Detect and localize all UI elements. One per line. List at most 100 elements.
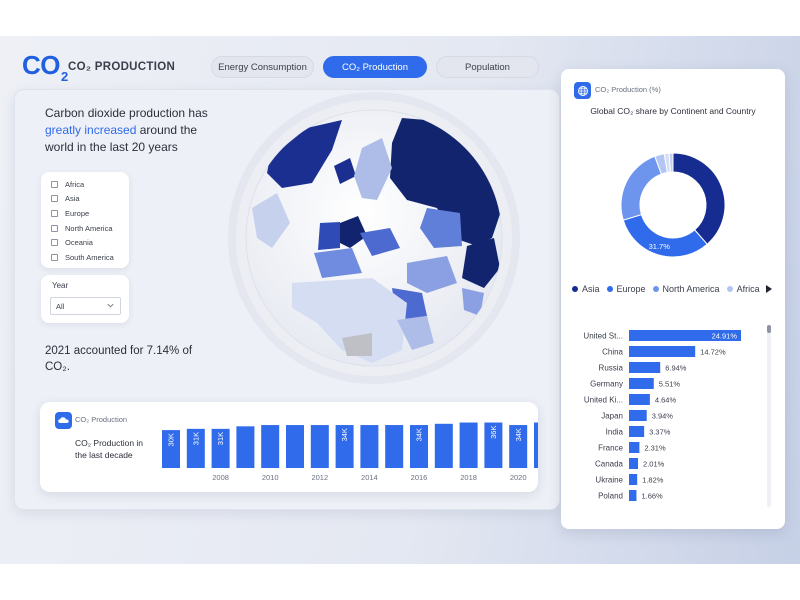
decade-card-subtitle: CO₂ Production in the last decade [75,438,144,460]
chevron-down-icon [107,303,114,308]
country-list-scrollbar[interactable] [767,325,771,507]
filter-option-africa[interactable]: Africa [41,177,129,192]
country-bar[interactable] [629,442,640,453]
country-bar[interactable] [629,490,637,501]
tab-co2-production[interactable]: CO₂ Production [323,56,427,78]
country-bar-label: Germany [590,380,623,389]
filter-option-asia[interactable]: Asia [41,192,129,207]
filter-option-europe[interactable]: Europe [41,206,129,221]
donut-slice-label: 31.7% [649,242,671,251]
decade-bar-label: 34K [415,428,424,441]
legend-item-asia[interactable]: Asia [572,284,600,294]
country-bar-label: United St... [583,332,623,341]
decade-bar[interactable] [236,426,255,468]
country-bar[interactable] [629,426,645,437]
year-filter: Year All [41,275,129,323]
decade-axis-tick: 2020 [510,473,527,482]
country-bar[interactable] [629,378,654,389]
decade-axis-tick: 2008 [212,473,229,482]
decade-axis-tick: 2018 [460,473,477,482]
legend-item-africa[interactable]: Africa [726,284,760,294]
tab-population[interactable]: Population [436,56,539,78]
cloud-icon-glyph [58,417,69,423]
country-bar[interactable] [629,394,650,405]
decade-bar[interactable] [459,422,478,468]
country-bar-value: 3.37% [649,428,671,437]
filter-option-oceania[interactable]: Oceania [41,235,129,250]
legend-dot [606,286,613,292]
year-label: Year [52,281,69,290]
legend-item-north-america[interactable]: North America [652,284,720,294]
checkbox[interactable] [51,239,58,247]
country-bar-label: United Ki... [584,396,623,405]
tab-energy-consumption[interactable]: Energy Consumption [211,56,314,78]
uk-region [318,222,340,250]
legend-next-arrow-icon[interactable] [766,285,772,293]
continent-donut-chart[interactable]: 31.7% [611,143,735,267]
donut-slice-asia[interactable] [672,152,726,245]
country-bar[interactable] [629,346,696,357]
country-bar-value: 1.66% [641,492,663,501]
country-bar-label: India [606,428,624,437]
country-bar-value: 24.91% [712,332,738,341]
decade-bar[interactable] [534,422,538,468]
country-bar-value: 5.51% [659,380,681,389]
decade-bar[interactable] [261,425,280,468]
decade-bar-label: 31K [191,432,200,445]
globe-icon [574,82,591,99]
checkbox[interactable] [51,209,58,217]
stat-text: 2021 accounted for 7.14% of CO₂. [45,345,193,373]
country-bar[interactable] [629,474,638,485]
decade-bar-label: 31K [216,432,225,445]
headline-text: Carbon dioxide production has greatly in… [45,106,208,154]
filter-option-north-america[interactable]: North America [41,221,129,236]
country-bar-label: Poland [598,492,623,501]
country-bar-label: Russia [599,364,624,373]
share-panel: CO₂ Production (%) Global CO₂ share by C… [561,69,785,529]
decade-axis-tick: 2016 [411,473,428,482]
country-bar-label: Canada [595,460,624,469]
decade-bar-label: 30K [167,433,176,446]
decade-axis-tick: 2012 [311,473,328,482]
country-bar[interactable] [629,362,661,373]
world-globe-map[interactable] [222,88,532,398]
country-bar-chart: United St... 24.91% China 14.72% Russia 6.94%… [583,330,741,501]
decade-bar-chart: 30K31K31K34K34K36K34K36K2008201020122014… [162,422,538,482]
decade-bar-label: 34K [514,428,523,441]
decade-bar[interactable] [310,425,329,468]
checkbox[interactable] [51,195,58,203]
legend-item-europe[interactable]: Europe [606,284,646,294]
decade-axis-tick: 2014 [361,473,378,482]
legend-dot [726,286,733,292]
cloud-co2-icon [55,412,72,429]
year-dropdown[interactable]: All [50,297,121,315]
decade-bar[interactable] [434,423,453,468]
country-bar-label: Japan [601,412,623,421]
decade-bar[interactable] [360,425,379,468]
country-bar-value: 2.31% [644,444,666,453]
scrollbar-thumb[interactable] [767,325,771,333]
decade-production-card: CO₂ Production CO₂ Production in the las… [40,402,538,492]
continent-filter: Africa Asia Europe North America Oceania… [41,172,129,268]
country-bar-value: 1.82% [642,476,664,485]
checkbox[interactable] [51,224,58,232]
donut-legend: Asia Europe North America Africa [572,282,782,296]
donut-slice-north-america[interactable] [620,155,663,221]
decade-bar-label: 34K [340,428,349,441]
checkbox[interactable] [51,253,58,261]
country-bar[interactable] [629,410,647,421]
decade-axis-tick: 2010 [262,473,279,482]
decade-card-title: CO₂ Production [75,415,128,424]
decade-bar[interactable] [286,425,304,468]
globe-icon-glyph [577,85,588,96]
country-bar-value: 2.01% [643,460,665,469]
share-panel-subtitle: Global CO₂ share by Continent and Countr… [590,106,756,116]
page-title: CO₂ PRODUCTION [68,61,176,73]
country-bar-label: China [602,348,623,357]
share-panel-title: CO₂ Production (%) [595,85,661,94]
decade-bar-label: 36K [489,426,498,439]
checkbox[interactable] [51,180,58,188]
country-bar[interactable] [629,458,639,469]
filter-option-south-america[interactable]: South America [41,250,129,265]
decade-bar[interactable] [385,425,404,468]
